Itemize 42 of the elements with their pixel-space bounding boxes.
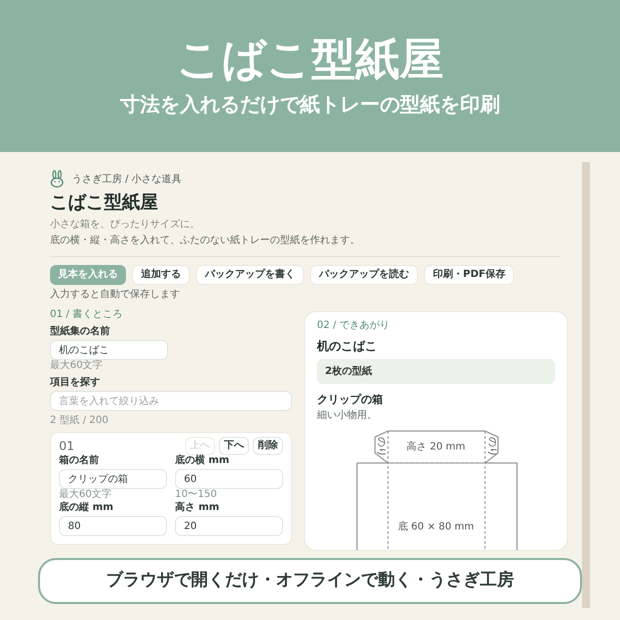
item-control-button[interactable]: 削除 [253,436,283,454]
action-button[interactable]: バックアップを書く [196,264,304,284]
field-label: 底の縦 mm [59,502,114,514]
section-label: 01 / 書くところ [50,309,124,322]
input-field[interactable]: 20 [175,516,283,536]
input-field[interactable]: 机のこばこ [50,340,168,360]
box-name: クリップの箱 [317,392,384,408]
field-label: 箱の名前 [59,454,100,467]
field-label: 型紙集の名前 [50,326,111,338]
breadcrumb: うさぎ工房 / 小さな道具 [72,172,182,186]
item-control-button[interactable]: 下へ [219,436,249,454]
field-hint: 10〜150 [175,489,218,501]
input-field[interactable]: 60 [175,469,283,489]
field-hint: 最大60文字 [59,489,113,501]
field-label: 高さ mm [175,502,220,514]
promo-banner: ブラウザで開くだけ・オフラインで動く・うさぎ工房 [38,558,582,604]
input-field[interactable]: 80 [59,516,167,536]
dimension-label: 底 60 × 80 mm [398,522,474,533]
action-button[interactable]: バックアップを読む [310,264,418,284]
flap-label: のり [486,437,498,457]
section-label: 02 / できあがり [317,320,390,332]
tagline: 小さな箱を、ぴったりサイズに。 [50,218,201,231]
description: 底の横・縦・高さを入れて、ふたのない紙トレーの型紙を作れます。 [50,235,361,248]
field-label: 項目を探す [50,376,101,389]
app-title: こばこ型紙屋 [50,192,159,214]
field-hint: 最大60文字 [50,360,104,372]
box-note: 細い小物用。 [317,408,378,423]
summary-banner: 2枚の型紙 [317,358,555,384]
field-label: 底の横 mm [175,454,230,467]
count-label: 2 型紙 / 200 [50,415,110,428]
input-field[interactable]: 言葉を入れて絞り込み [50,391,292,411]
flap-label: のり [375,437,386,457]
rabbit-icon [50,170,64,188]
action-button[interactable]: 追加する [132,264,190,284]
action-button[interactable]: 印刷・PDF保存 [424,264,514,284]
autosave-note: 入力すると自動で保存します [50,288,181,301]
input-field[interactable]: クリップの箱 [59,469,167,489]
promo-title: こばこ型紙屋 [176,38,444,82]
preview-title: 机のこばこ [317,338,378,354]
item-number: 01 [59,438,74,454]
dimension-label: 高さ 20 mm [406,442,466,453]
promo-subtitle: 寸法を入れるだけで紙トレーの型紙を印刷 [120,94,500,114]
